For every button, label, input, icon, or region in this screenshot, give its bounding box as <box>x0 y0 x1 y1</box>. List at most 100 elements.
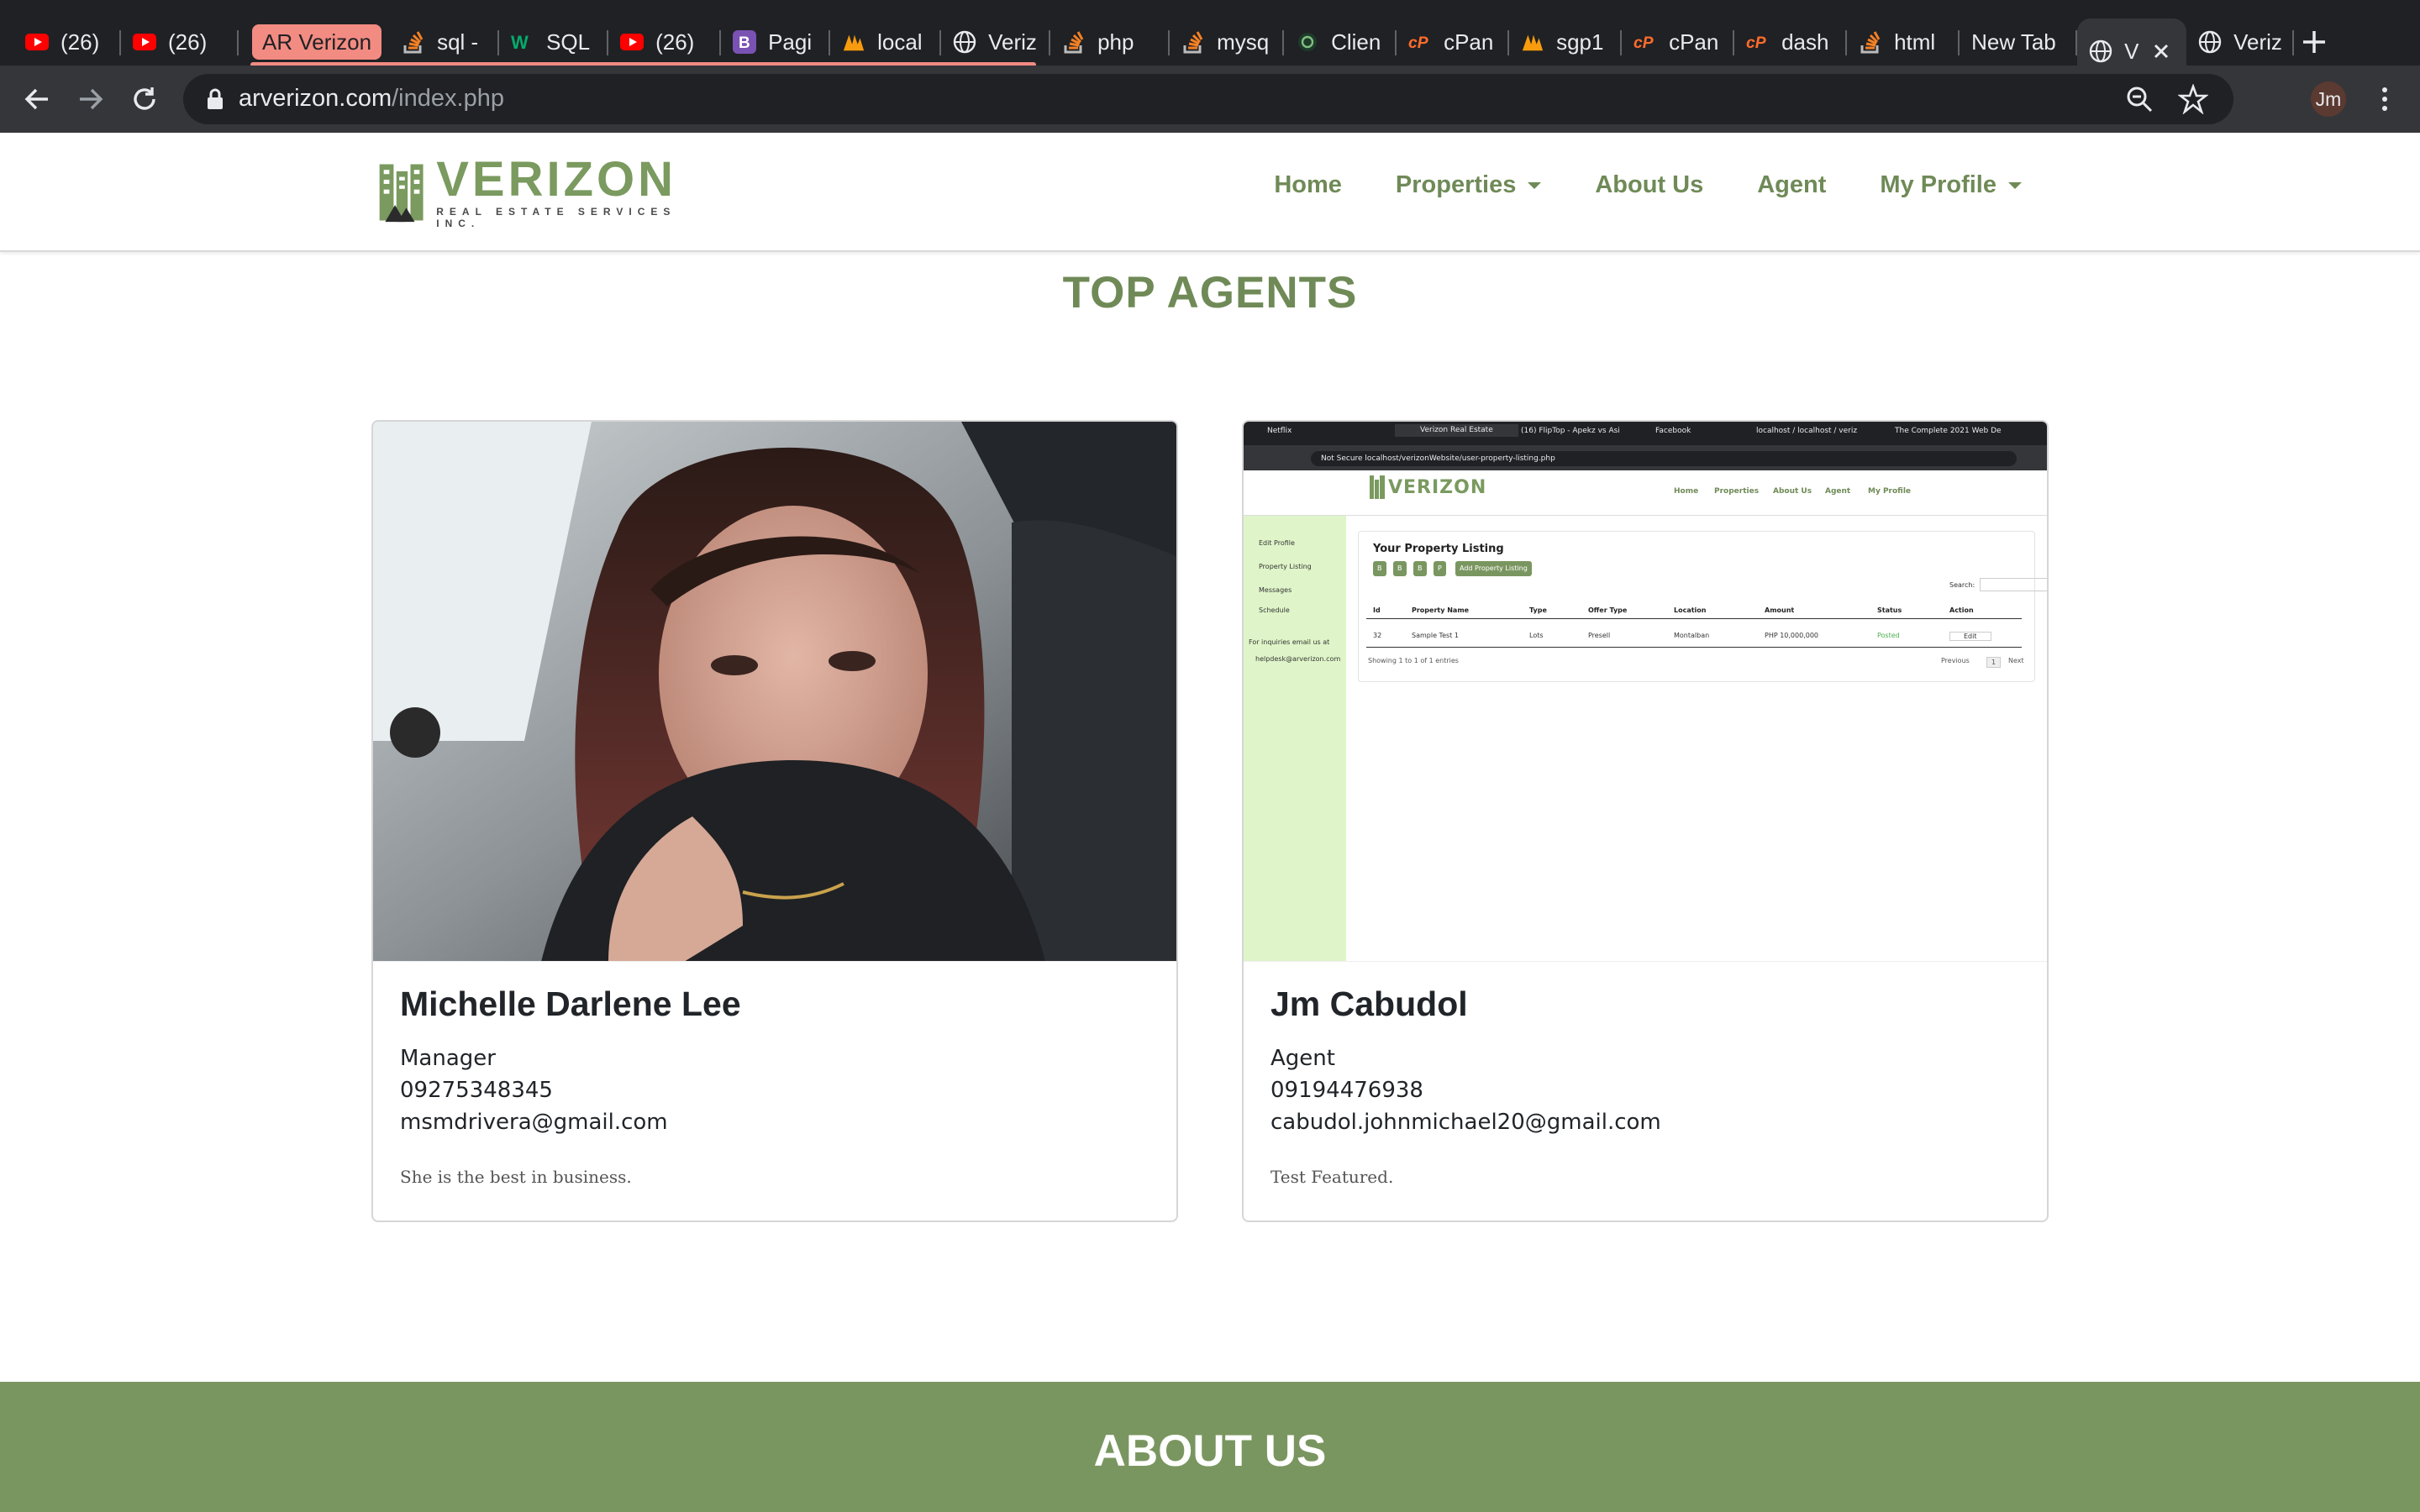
stackoverflow-icon <box>402 30 425 54</box>
mini-tab: localhost / localhost / veriz <box>1756 427 1858 435</box>
browser-tab[interactable]: html <box>1847 18 1960 66</box>
tab-title: V <box>2124 38 2139 64</box>
stackoverflow-icon <box>1062 30 1086 54</box>
agent-card: Netflix Verizon Real Estate (16) FlipTop… <box>1242 420 2049 1222</box>
mini-tab: Verizon Real Estate <box>1395 424 1518 437</box>
nav-agent[interactable]: Agent <box>1757 171 1826 199</box>
main-nav: Home Properties About Us Agent My Profil… <box>1274 171 2022 199</box>
globe-icon <box>953 30 976 54</box>
profile-avatar[interactable]: Jm <box>2311 81 2346 117</box>
close-tab-icon[interactable] <box>2150 40 2172 62</box>
bookmark-star-icon[interactable] <box>2178 84 2208 114</box>
browser-tab[interactable]: B Pagi <box>721 18 831 66</box>
browser-tab[interactable]: sgp1 <box>1509 18 1623 66</box>
reload-icon <box>134 87 155 110</box>
address-bar[interactable]: arverizon.com/index.php <box>183 74 2233 124</box>
tab-title: sgp1 <box>1556 29 1604 55</box>
agent-name: Jm Cabudol <box>1270 984 1468 1023</box>
agent-description: Test Featured. <box>1270 1167 1394 1187</box>
browser-tab[interactable]: Veriz <box>2186 18 2295 66</box>
logo-wordmark: VERIZON <box>436 152 677 207</box>
tab-title: cPan <box>1444 29 1494 55</box>
mini-sidebar <box>1244 516 1346 961</box>
top-agents-title: TOP AGENTS <box>1062 268 1358 318</box>
mini-tab: The Complete 2021 Web De <box>1895 427 2002 435</box>
browser-tab[interactable]: New Tab <box>1960 18 2078 66</box>
agent-photo <box>373 422 1176 962</box>
phpmyadmin-icon <box>842 30 865 54</box>
svg-text:W: W <box>511 32 529 52</box>
svg-text:cP: cP <box>1408 34 1428 52</box>
about-us-title: ABOUT US <box>1093 1426 1327 1476</box>
browser-tab[interactable]: Clien <box>1284 18 1397 66</box>
tab-title: (26) <box>60 29 100 55</box>
cpanel-icon: cP <box>1634 30 1657 54</box>
mini-url: Not Secure localhost/verizonWebsite/user… <box>1311 451 2017 466</box>
tab-title: php <box>1097 29 1134 55</box>
tab-title: cPan <box>1669 29 1719 55</box>
svg-text:B: B <box>739 34 750 52</box>
browser-tab[interactable]: sql - <box>390 18 500 66</box>
agent-phone: 09275348345 <box>400 1078 553 1103</box>
zoom-icon[interactable] <box>2124 84 2154 114</box>
phpmyadmin-icon <box>1521 30 1544 54</box>
tab-title: New Tab <box>1971 29 2056 55</box>
agent-name: Michelle Darlene Lee <box>400 984 741 1023</box>
browser-tab[interactable]: Veriz <box>941 18 1051 66</box>
site-logo[interactable]: VERIZON REAL ESTATE SERVICES INC. <box>378 155 681 230</box>
back-button[interactable] <box>17 79 57 119</box>
browser-tab[interactable]: (26) <box>13 18 121 66</box>
browser-tab[interactable]: cP cPan <box>1397 18 1510 66</box>
browser-tab[interactable]: mysq <box>1170 18 1285 66</box>
tab-title: Pagi <box>768 29 813 55</box>
agent-email: cabudol.johnmichael20@gmail.com <box>1270 1110 1661 1135</box>
mini-tab: Netflix <box>1267 427 1292 435</box>
mini-logo: VERIZON <box>1388 477 1487 498</box>
agent-card: Michelle Darlene Lee Manager 09275348345… <box>371 420 1178 1222</box>
reload-button[interactable] <box>124 79 165 119</box>
browser-tab[interactable]: (26) <box>121 18 239 66</box>
youtube-icon <box>620 30 644 54</box>
browser-menu-icon[interactable] <box>2370 81 2400 118</box>
tab-title: Veriz <box>988 29 1037 55</box>
caret-down-icon <box>1528 181 1542 189</box>
forward-button[interactable] <box>71 79 111 119</box>
browser-tab[interactable]: local <box>830 18 942 66</box>
tab-title: SQL <box>546 29 591 55</box>
about-us-section: ABOUT US <box>0 1382 2420 1512</box>
cpanel-icon: cP <box>1408 30 1432 54</box>
globe-icon <box>2198 30 2222 54</box>
new-tab-button[interactable] <box>2294 22 2334 62</box>
browser-tab[interactable]: php <box>1050 18 1171 66</box>
nav-my-profile[interactable]: My Profile <box>1880 171 2022 199</box>
agent-description: She is the best in business. <box>400 1167 632 1187</box>
nav-properties[interactable]: Properties <box>1396 171 1542 199</box>
agent-photo: Netflix Verizon Real Estate (16) FlipTop… <box>1244 422 2047 962</box>
tab-title: mysq <box>1217 29 1270 55</box>
tab-title: dash <box>1781 29 1829 55</box>
cpanel-icon: cP <box>1746 30 1770 54</box>
svg-text:cP: cP <box>1746 34 1766 52</box>
tab-title: (26) <box>168 29 208 55</box>
logo-building-icon <box>379 164 424 223</box>
tab-title: html <box>1894 29 1936 55</box>
stackoverflow-icon <box>1859 30 1882 54</box>
browser-tab[interactable]: W SQL <box>499 18 609 66</box>
browser-tab[interactable]: cP cPan <box>1622 18 1735 66</box>
tab-title: Clien <box>1331 29 1381 55</box>
mini-tab: Facebook <box>1655 427 1691 435</box>
nav-home[interactable]: Home <box>1274 171 1342 199</box>
arrow-left-icon <box>24 88 48 110</box>
globe-icon <box>2089 39 2112 63</box>
stackoverflow-icon <box>1181 30 1205 54</box>
agent-phone: 09194476938 <box>1270 1078 1423 1103</box>
browser-tab[interactable]: (26) <box>608 18 722 66</box>
browser-tab[interactable]: cP dash <box>1734 18 1848 66</box>
logo-tagline: REAL ESTATE SERVICES INC. <box>436 206 676 229</box>
lock-icon <box>208 88 223 109</box>
agent-email: msmdrivera@gmail.com <box>400 1110 668 1135</box>
tab-title: local <box>877 29 923 55</box>
nav-about-us[interactable]: About Us <box>1595 171 1703 199</box>
bootstrap-icon: B <box>733 30 757 54</box>
tab-group-chip[interactable]: AR Verizon <box>252 24 382 60</box>
